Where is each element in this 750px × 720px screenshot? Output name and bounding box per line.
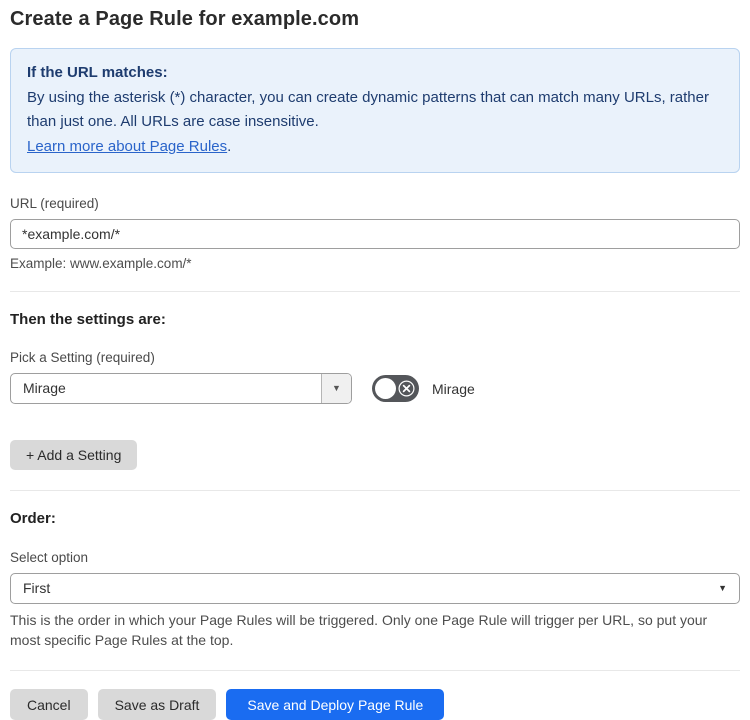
setting-select[interactable]: Mirage ▼ <box>10 373 352 404</box>
order-select[interactable]: First ▼ <box>10 573 740 604</box>
setting-select-caret-button[interactable]: ▼ <box>321 374 351 403</box>
info-box-link-line: Learn more about Page Rules. <box>27 135 723 160</box>
link-suffix: . <box>227 137 232 155</box>
url-field-label: URL (required) <box>10 196 99 211</box>
save-and-deploy-button[interactable]: Save and Deploy Page Rule <box>226 689 445 720</box>
chevron-down-icon: ▼ <box>718 583 727 593</box>
pick-setting-label: Pick a Setting (required) <box>10 350 155 365</box>
order-section-heading: Order: <box>10 510 56 527</box>
toggle-knob <box>375 378 396 399</box>
cancel-button[interactable]: Cancel <box>10 689 88 720</box>
order-select-label: Select option <box>10 550 89 565</box>
setting-row: Mirage ▼ Mirage <box>10 373 740 404</box>
info-box-body: By using the asterisk (*) character, you… <box>27 88 709 131</box>
url-input[interactable] <box>10 219 740 249</box>
order-helper-text: This is the order in which your Page Rul… <box>10 612 708 648</box>
chevron-down-icon: ▼ <box>332 383 341 393</box>
info-box-heading: If the URL matches: <box>27 64 168 81</box>
add-setting-button[interactable]: + Add a Setting <box>10 440 138 470</box>
action-button-row: Cancel Save as Draft Save and Deploy Pag… <box>10 689 740 720</box>
page-title: Create a Page Rule for example.com <box>10 8 360 30</box>
url-example-helper: Example: www.example.com/* <box>10 256 192 271</box>
toggle-setting-label: Mirage <box>432 380 475 397</box>
setting-select-value: Mirage <box>23 380 66 396</box>
divider <box>10 291 740 292</box>
create-page-rule-panel: Create a Page Rule for example.com If th… <box>0 0 750 720</box>
settings-section-heading: Then the settings are: <box>10 311 166 328</box>
order-select-value: First <box>23 580 51 596</box>
learn-more-link[interactable]: Learn more about Page Rules <box>27 138 227 155</box>
mirage-toggle[interactable] <box>372 375 419 402</box>
toggle-off-x-icon <box>398 380 415 402</box>
divider <box>10 490 740 491</box>
url-match-info-box: If the URL matches: By using the asteris… <box>10 48 740 173</box>
divider <box>10 670 740 671</box>
save-as-draft-button[interactable]: Save as Draft <box>97 689 217 720</box>
